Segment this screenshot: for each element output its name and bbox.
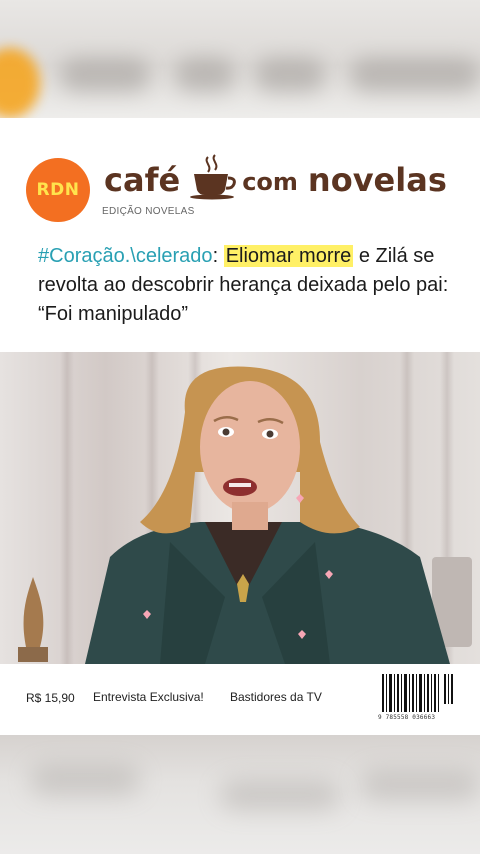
edition-label: EDIÇÃO NOVELAS bbox=[102, 206, 195, 217]
cover-photo bbox=[0, 352, 480, 664]
blurred-background-bottom bbox=[0, 735, 480, 854]
barcode: 9 785558 036663 bbox=[378, 674, 456, 724]
brand-word-cafe: café bbox=[104, 161, 181, 199]
magazine-cover: RDN café com novelas EDIÇÃO NOVELAS #Cor… bbox=[0, 118, 480, 735]
magazine-header: RDN café com novelas EDIÇÃO NOVELAS bbox=[0, 118, 480, 228]
actress-figure bbox=[85, 366, 450, 664]
headline-highlight: Eliomar morre bbox=[223, 245, 354, 267]
barcode-number: 9 785558 036663 bbox=[378, 714, 436, 721]
brand-word-com: com bbox=[242, 168, 298, 196]
rdn-logo-text: RDN bbox=[36, 180, 80, 200]
rdn-logo: RDN bbox=[26, 158, 90, 222]
cover-footer: R$ 15,90 Entrevista Exclusiva! Bastidore… bbox=[0, 664, 480, 735]
blurred-background-top bbox=[0, 0, 480, 118]
coffee-cup-icon bbox=[190, 154, 237, 200]
footer-teaser-backstage: Bastidores da TV bbox=[230, 690, 322, 704]
brand-word-novelas: novelas bbox=[307, 161, 447, 199]
barcode-icon bbox=[382, 674, 453, 712]
blurred-logo-orb bbox=[0, 48, 40, 118]
footer-teaser-interview: Entrevista Exclusiva! bbox=[93, 690, 204, 704]
headline-colon: : bbox=[212, 245, 224, 267]
headline: #Coração.\celerado: Eliomar morre e Zilá… bbox=[38, 242, 458, 329]
brand-title: café com novelas bbox=[104, 154, 447, 200]
price-label: R$ 15,90 bbox=[26, 691, 75, 705]
headline-hashtag[interactable]: #Coração.\celerado bbox=[38, 245, 213, 267]
